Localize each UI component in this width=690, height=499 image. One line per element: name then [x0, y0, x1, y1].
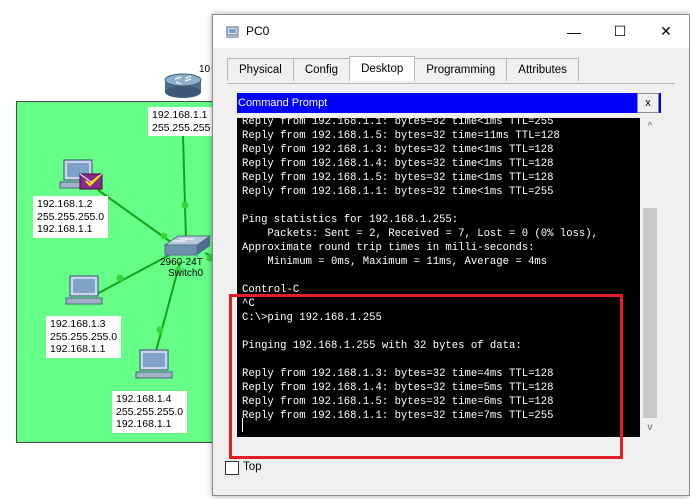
pc-mask: 255.255.255.0 — [50, 330, 118, 343]
link-router-switch — [182, 134, 187, 241]
console-line: Reply from 192.168.1.1: bytes=32 time<1m… — [242, 118, 554, 128]
console-line: Reply from 192.168.1.5: bytes=32 time=11… — [242, 130, 560, 142]
router-mask: 255.255.255 — [152, 121, 211, 134]
link-dot — [156, 326, 164, 334]
pc-icon — [65, 275, 103, 305]
console-line: Minimum = 0ms, Maximum = 11ms, Average =… — [242, 256, 548, 268]
tab-desktop[interactable]: Desktop — [349, 56, 416, 81]
router-icon — [164, 73, 202, 98]
tab-list: Physical Config Desktop Programming Attr… — [227, 56, 579, 81]
pc-info-box: 192.168.1.2 255.255.255.0 192.168.1.1 — [33, 196, 109, 238]
maximize-button[interactable]: ☐ — [597, 15, 643, 48]
scroll-thumb[interactable] — [643, 208, 657, 418]
tab-physical[interactable]: Physical — [227, 58, 294, 81]
link-dot — [160, 232, 168, 240]
switch-model-label: 2960-24T — [160, 257, 203, 268]
link-dot — [116, 274, 124, 282]
switch-icon — [163, 235, 212, 256]
scroll-down-arrow-icon[interactable]: v — [640, 419, 660, 437]
router-info-box: 192.168.1.1 255.255.255 — [148, 107, 215, 136]
console-line: Reply from 192.168.1.5: bytes=32 time<1m… — [242, 172, 554, 184]
top-checkbox-label: Top — [243, 461, 262, 473]
console-line: Packets: Sent = 2, Received = 7, Lost = … — [242, 228, 599, 240]
minimize-button[interactable]: — — [551, 15, 597, 48]
envelope-icon — [79, 173, 103, 190]
router-ip: 192.168.1.1 — [152, 109, 208, 121]
pc-mask: 255.255.255.0 — [37, 210, 105, 223]
highlight-box — [229, 294, 623, 459]
pc-icon — [135, 349, 173, 379]
close-button[interactable]: ✕ — [643, 15, 689, 48]
tab-config[interactable]: Config — [292, 58, 351, 81]
pc-ip: 192.168.1.3 — [50, 318, 106, 330]
pc-ip: 192.168.1.4 — [116, 393, 172, 405]
window-title: PC0 — [246, 24, 270, 38]
pc-gateway: 192.168.1.1 — [50, 343, 106, 355]
pc-mask: 255.255.255.0 — [116, 405, 184, 418]
pc-info-box: 192.168.1.4 255.255.255.0 192.168.1.1 — [112, 391, 188, 433]
console-line: Approximate round trip times in milli-se… — [242, 242, 535, 254]
console-line: Reply from 192.168.1.1: bytes=32 time<1m… — [242, 186, 554, 198]
console-line: Ping statistics for 192.168.1.255: — [242, 214, 459, 226]
link-dot — [181, 201, 189, 209]
console-line: Reply from 192.168.1.3: bytes=32 time<1m… — [242, 144, 554, 156]
window-titlebar[interactable]: PC0 — ☐ ✕ — [213, 15, 689, 48]
tab-bar: Physical Config Desktop Programming Attr… — [213, 48, 689, 84]
pc-gateway: 192.168.1.1 — [116, 418, 172, 430]
command-prompt-close-button[interactable]: x — [637, 93, 659, 113]
switch-name-label: Switch0 — [168, 268, 204, 279]
pc-info-box: 192.168.1.3 255.255.255.0 192.168.1.1 — [46, 316, 122, 358]
pc-gateway: 192.168.1.1 — [37, 223, 93, 235]
pc-ip: 192.168.1.2 — [37, 198, 93, 210]
console-line: Reply from 192.168.1.4: bytes=32 time<1m… — [242, 158, 554, 170]
top-checkbox[interactable] — [225, 461, 239, 475]
scroll-up-arrow-icon[interactable]: ^ — [640, 118, 660, 136]
tab-attributes[interactable]: Attributes — [506, 58, 579, 81]
command-prompt-title: Command Prompt — [237, 93, 661, 113]
router-port-label: 10 — [199, 64, 211, 75]
console-scrollbar[interactable]: ^ v — [640, 118, 660, 437]
packet-tracer-pc-icon — [226, 26, 239, 38]
tab-programming[interactable]: Programming — [414, 58, 508, 81]
